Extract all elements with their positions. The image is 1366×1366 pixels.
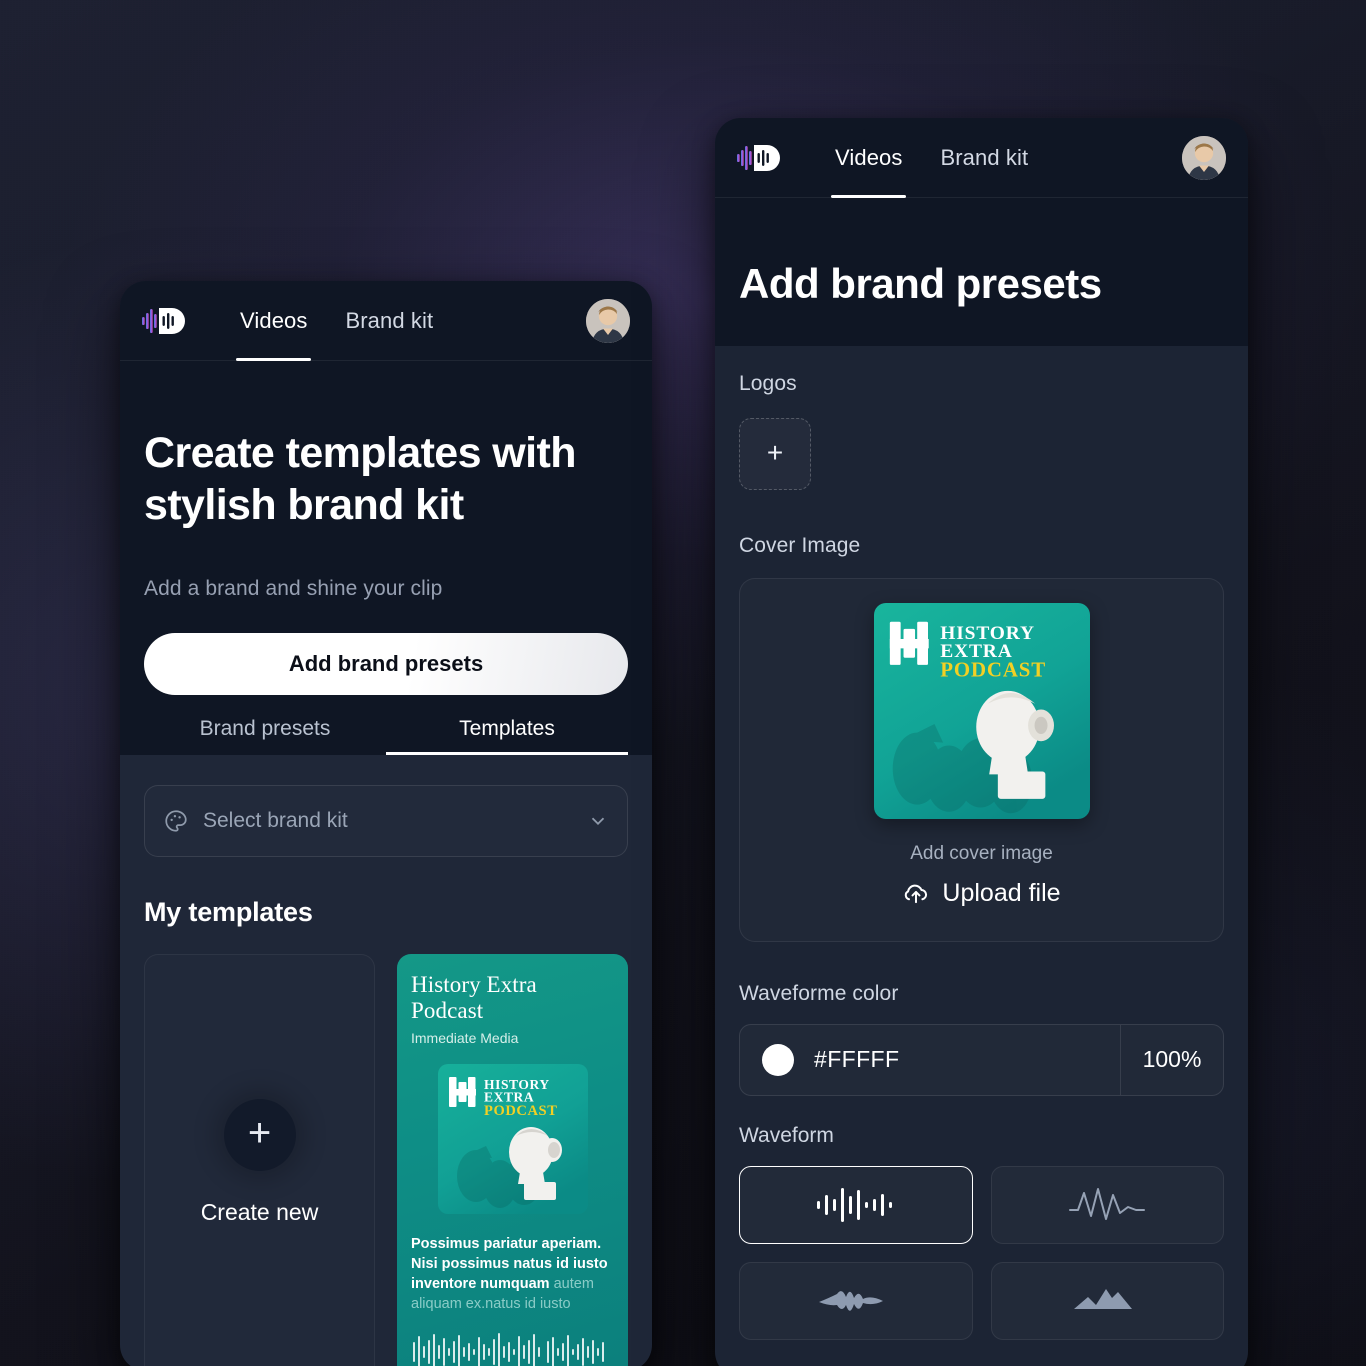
waveform-color-row: #FFFFF 100% [739,1023,1224,1096]
user-avatar-icon [1182,135,1226,180]
left-phone-panel: Videos Brand kit Create templates with s [120,281,652,1366]
tab-videos-label: Videos [240,307,308,333]
logos-label: Logos [739,372,797,395]
tab-videos[interactable]: Videos [831,118,907,198]
waveform-color-hex: #FFFFF [814,1046,900,1072]
waveform-option-line[interactable] [990,1165,1224,1244]
waveform-logo-icon[interactable] [142,306,186,336]
upload-file-button[interactable]: Upload file [902,879,1061,908]
left-topbar: Videos Brand kit [120,281,652,361]
podcast-cover-art-icon: HISTORY EXTRA PODCAST [873,603,1090,819]
chevron-down-icon [591,817,605,826]
color-swatch[interactable] [762,1043,794,1076]
right-topbar: Videos Brand kit [715,118,1248,198]
avatar[interactable] [1182,135,1226,180]
hero-subtitle: Add a brand and shine your clip [144,577,443,601]
waveform-line-icon [1069,1187,1146,1220]
cover-image-preview: HISTORY EXTRA PODCAST [873,603,1090,819]
templates-grid: + Create new History Extra Podcast Immed… [144,954,628,1366]
tab-brand-kit-label: Brand kit [345,307,434,333]
cloud-upload-icon [905,884,928,903]
waveform-blob-icon [818,1290,883,1311]
add-brand-presets-button[interactable]: Add brand presets [144,633,628,696]
waveform-bars-icon [816,1187,892,1222]
page-title: Create templates with stylish brand kit [144,429,576,530]
my-templates-title: My templates [144,897,313,928]
select-brand-kit[interactable]: Select brand kit [144,785,628,858]
template-podcast-publisher: Immediate Media [411,1030,519,1047]
avatar[interactable] [586,298,630,343]
right-header: Add brand presets [715,198,1248,346]
tab-brand-kit[interactable]: Brand kit [936,118,1032,197]
app-background: Videos Brand kit Create templates with s [0,0,1366,1366]
waveform-color-label: Waveforme color [739,981,899,1005]
plus-icon: + [223,1098,296,1171]
upload-file-label: Upload file [942,879,1061,907]
subtab-templates-label: Templates [459,717,555,741]
template-podcast-caption: Possimus pariatur aperiam. Nisi possimus… [411,1234,614,1314]
waveform-logo-icon[interactable] [737,143,781,173]
svg-text:PODCAST: PODCAST [940,657,1046,681]
left-hero: Create templates with stylish brand kit … [120,361,652,756]
waveform-color-opacity-value: 100% [1142,1046,1202,1072]
cover-image-dropzone[interactable]: HISTORY EXTRA PODCAST Add cover image Up… [739,578,1224,942]
waveform-label: Waveform [739,1123,834,1147]
page-title: Add brand presets [739,260,1102,307]
waveform-color-opacity[interactable]: 100% [1121,1025,1223,1095]
content-subtabs: Brand presets Templates [144,717,628,756]
subtab-brand-presets-label: Brand presets [199,717,331,741]
right-top-tabs: Videos Brand kit [831,118,1032,198]
waveform-option-blob[interactable] [739,1261,973,1340]
waveform-color-input[interactable]: #FFFFF [740,1024,1121,1095]
cover-image-label: Cover Image [739,534,861,557]
subtab-templates[interactable]: Templates [386,717,628,756]
tab-videos[interactable]: Videos [236,281,312,361]
tab-videos-label: Videos [835,144,903,170]
template-podcast-cover: HISTORY EXTRA PODCAST [437,1064,588,1215]
waveform-option-mountain[interactable] [990,1261,1224,1340]
svg-text:PODCAST: PODCAST [484,1103,558,1119]
waveform-style-grid [739,1165,1224,1340]
cover-image-caption: Add cover image [910,843,1053,864]
waveform-option-bars[interactable] [739,1165,973,1244]
right-form-body: Logos + Cover Image HISTORY EXTRA PODCAS… [715,346,1248,1340]
add-logo-button[interactable]: + [739,418,811,490]
tab-brand-kit[interactable]: Brand kit [341,281,437,360]
select-brand-kit-value: Select brand kit [203,809,348,833]
subtab-brand-presets[interactable]: Brand presets [144,717,386,755]
create-new-label: Create new [200,1198,319,1225]
palette-icon [165,810,187,832]
user-avatar-icon [586,298,630,343]
template-podcast-title: History Extra Podcast [411,972,537,1024]
waveform-mountain-icon [1074,1288,1133,1309]
tab-brand-kit-label: Brand kit [940,144,1029,170]
left-top-tabs: Videos Brand kit [236,281,437,361]
template-waveform-icon [413,1333,604,1366]
right-phone-panel: Videos Brand kit Add brand presets Logos… [715,118,1248,1366]
plus-icon: + [766,436,784,468]
template-card-podcast[interactable]: History Extra Podcast Immediate Media HI… [397,954,628,1366]
left-panel-body: Select brand kit My templates + Create n… [120,755,652,1366]
podcast-cover-art-icon: HISTORY EXTRA PODCAST [437,1064,588,1215]
create-new-template-card[interactable]: + Create new [144,954,375,1366]
